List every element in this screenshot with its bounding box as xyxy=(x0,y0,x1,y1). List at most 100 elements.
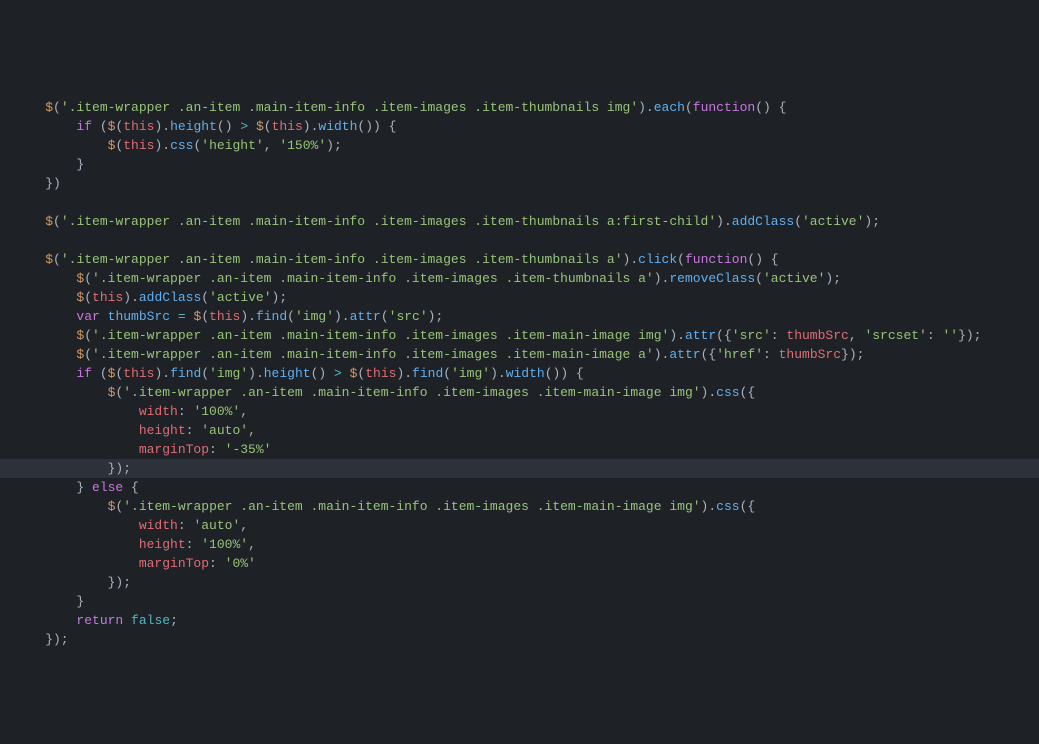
code-token xyxy=(14,423,139,438)
code-token: ). xyxy=(396,366,412,381)
code-token: ). xyxy=(701,385,717,400)
code-token: : xyxy=(186,537,202,552)
code-line[interactable]: marginTop: '-35%' xyxy=(0,440,1039,459)
code-token: var xyxy=(76,309,99,324)
code-line[interactable]: $('.item-wrapper .an-item .main-item-inf… xyxy=(0,497,1039,516)
code-token: this xyxy=(123,138,154,153)
code-line[interactable]: return false; xyxy=(0,611,1039,630)
code-line[interactable]: } xyxy=(0,155,1039,174)
code-token xyxy=(170,309,178,324)
code-token: return xyxy=(76,613,123,628)
code-token xyxy=(14,214,45,229)
code-token: ); xyxy=(825,271,841,286)
code-token: css xyxy=(716,499,739,514)
code-line[interactable]: var thumbSrc = $(this).find('img').attr(… xyxy=(0,307,1039,326)
code-line[interactable]: $('.item-wrapper .an-item .main-item-inf… xyxy=(0,326,1039,345)
code-token: } xyxy=(14,594,84,609)
code-token xyxy=(248,119,256,134)
code-token: function xyxy=(685,252,747,267)
code-line[interactable]: }); xyxy=(0,573,1039,592)
code-token: find xyxy=(170,366,201,381)
code-token: 'src' xyxy=(389,309,428,324)
code-line[interactable]: height: '100%', xyxy=(0,535,1039,554)
code-line[interactable]: }); xyxy=(0,459,1039,478)
code-token xyxy=(14,537,139,552)
code-line[interactable] xyxy=(0,193,1039,212)
code-token: ). xyxy=(154,119,170,134)
code-token: '.item-wrapper .an-item .main-item-info … xyxy=(61,100,638,115)
code-token: addClass xyxy=(732,214,794,229)
code-line[interactable]: if ($(this).height() > $(this).width()) … xyxy=(0,117,1039,136)
code-line[interactable]: width: 'auto', xyxy=(0,516,1039,535)
code-token: : xyxy=(209,556,225,571)
code-token: : xyxy=(927,328,943,343)
code-token: ); xyxy=(326,138,342,153)
code-line[interactable]: $('.item-wrapper .an-item .main-item-inf… xyxy=(0,269,1039,288)
code-token: ( xyxy=(201,309,209,324)
code-token: this xyxy=(92,290,123,305)
code-token: : xyxy=(186,423,202,438)
code-token xyxy=(14,347,76,362)
code-line[interactable]: }); xyxy=(0,630,1039,649)
code-token: ( xyxy=(685,100,693,115)
code-line[interactable]: } xyxy=(0,592,1039,611)
code-token xyxy=(14,442,139,457)
code-token xyxy=(123,613,131,628)
code-token: () xyxy=(217,119,240,134)
code-line[interactable]: width: '100%', xyxy=(0,402,1039,421)
code-token: '150%' xyxy=(279,138,326,153)
code-token xyxy=(14,404,139,419)
code-token xyxy=(14,385,108,400)
code-token: ( xyxy=(84,271,92,286)
code-token: '.item-wrapper .an-item .main-item-info … xyxy=(123,499,700,514)
code-editor[interactable]: $ ( '.item-wrapper .an-item .main-item-inf… xyxy=(0,98,1039,649)
code-line[interactable]: if ($(this).find('img').height() > $(thi… xyxy=(0,364,1039,383)
code-token: : xyxy=(771,328,787,343)
code-line[interactable]: }) xyxy=(0,174,1039,193)
code-token: css xyxy=(716,385,739,400)
code-token: 'img' xyxy=(209,366,248,381)
code-token: if xyxy=(76,119,92,134)
code-token: 'src' xyxy=(732,328,771,343)
code-line[interactable] xyxy=(0,231,1039,250)
code-line[interactable]: $('.item-wrapper .an-item .main-item-inf… xyxy=(0,212,1039,231)
code-token: > xyxy=(334,366,342,381)
code-token xyxy=(14,366,76,381)
code-token: { xyxy=(123,480,139,495)
code-token: function xyxy=(693,100,755,115)
code-token xyxy=(14,328,76,343)
code-line[interactable]: } else { xyxy=(0,478,1039,497)
code-token: height xyxy=(139,537,186,552)
code-token: removeClass xyxy=(669,271,755,286)
code-line[interactable]: height: 'auto', xyxy=(0,421,1039,440)
code-token xyxy=(14,252,45,267)
code-token: ( xyxy=(287,309,295,324)
code-token: this xyxy=(365,366,396,381)
code-token: 'auto' xyxy=(193,518,240,533)
code-token: ). xyxy=(716,214,732,229)
code-token: ). xyxy=(248,366,264,381)
code-token: else xyxy=(92,480,123,495)
code-line[interactable]: $('.item-wrapper .an-item .main-item-inf… xyxy=(0,345,1039,364)
code-token: this xyxy=(123,119,154,134)
code-token: ). xyxy=(123,290,139,305)
code-token: ). xyxy=(490,366,506,381)
code-token xyxy=(14,613,76,628)
code-token: this xyxy=(209,309,240,324)
code-line[interactable]: $(this).css('height', '150%'); xyxy=(0,136,1039,155)
code-line[interactable]: marginTop: '0%' xyxy=(0,554,1039,573)
code-line[interactable]: $(this).addClass('active'); xyxy=(0,288,1039,307)
code-token: $ xyxy=(14,100,53,115)
code-line[interactable]: $('.item-wrapper .an-item .main-item-inf… xyxy=(0,383,1039,402)
code-token: ( xyxy=(755,271,763,286)
code-line[interactable]: $('.item-wrapper .an-item .main-item-inf… xyxy=(0,250,1039,269)
code-token xyxy=(14,138,108,153)
code-token xyxy=(186,309,194,324)
code-token xyxy=(14,556,139,571)
code-token: : xyxy=(178,404,194,419)
code-token: '.item-wrapper .an-item .main-item-info … xyxy=(61,252,623,267)
code-token: find xyxy=(256,309,287,324)
code-line[interactable]: $ ( '.item-wrapper .an-item .main-item-inf… xyxy=(0,98,1039,117)
code-token: : xyxy=(178,518,194,533)
code-token xyxy=(342,366,350,381)
